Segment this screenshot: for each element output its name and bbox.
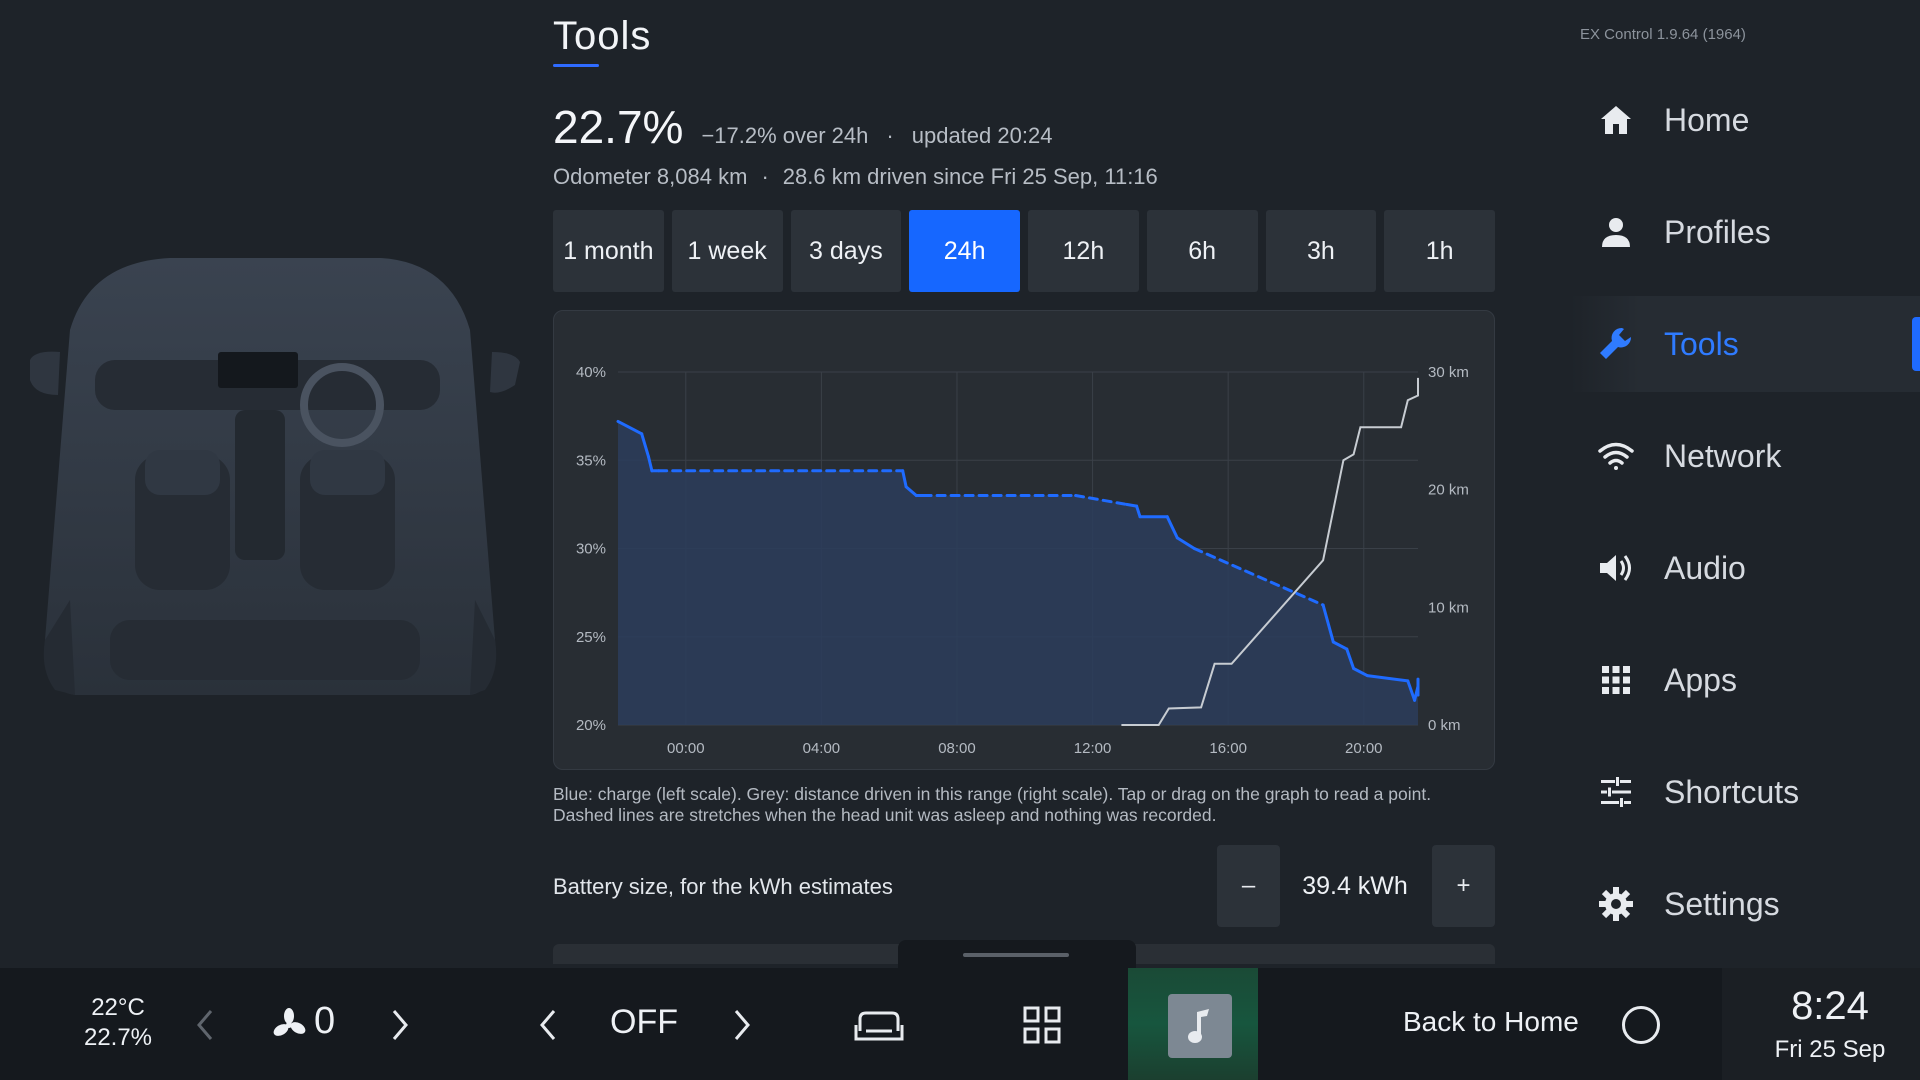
nav-item-settings[interactable]: Settings	[1570, 856, 1920, 952]
range-button[interactable]: 24h	[909, 210, 1020, 292]
speaker-icon	[1586, 548, 1646, 588]
home-icon	[1586, 100, 1646, 140]
wifi-icon	[1586, 436, 1646, 476]
back-to-home-button[interactable]: Back to Home	[1403, 1006, 1579, 1038]
range-button[interactable]: 1 month	[553, 210, 664, 292]
fan-decrease-chevron-icon[interactable]	[190, 1005, 220, 1045]
range-button[interactable]: 6h	[1146, 210, 1258, 292]
charge-line-segment	[1125, 502, 1139, 508]
nav-item-network[interactable]: Network	[1570, 408, 1920, 504]
range-button[interactable]: 3 days	[790, 210, 902, 292]
x-tick-label: 12:00	[1074, 740, 1112, 757]
x-tick-label: 00:00	[667, 740, 705, 757]
x-tick-label: 04:00	[803, 740, 841, 757]
mode-previous-chevron-icon[interactable]	[533, 1005, 563, 1045]
nav-item-label: Apps	[1664, 661, 1737, 698]
clock-date: Fri 25 Sep	[1774, 1036, 1886, 1063]
mode-next-chevron-icon[interactable]	[727, 1005, 757, 1045]
chart-svg[interactable]: 40% 35% 30% 25% 20% 00:00 04:00 08:00 12:00 16:00…	[554, 311, 1494, 769]
nav-item-shortcuts[interactable]: Shortcuts	[1570, 744, 1920, 840]
x-tick-label: 20:00	[1345, 740, 1383, 757]
distance-driven: 28.6 km driven since Fri 25 Sep, 11:16	[782, 164, 1158, 189]
range-button[interactable]: 12h	[1028, 210, 1139, 292]
grid-icon	[1586, 660, 1646, 700]
nav-item-label: Tools	[1664, 325, 1739, 362]
range-button[interactable]: 1h	[1384, 210, 1495, 292]
car-interior-image	[30, 258, 520, 695]
range-button[interactable]: 3h	[1265, 210, 1377, 292]
charge-area	[618, 421, 1418, 725]
music-note-icon	[1168, 994, 1232, 1058]
version-label: EX Control 1.9.64 (1964)	[1580, 26, 1746, 43]
range-button[interactable]: 1 week	[671, 210, 783, 292]
active-nav-indicator	[1912, 317, 1920, 371]
nav-item-audio[interactable]: Audio	[1570, 520, 1920, 616]
charge-delta: −17.2% over 24h	[701, 123, 869, 148]
y-right-tick-label: 0 km	[1428, 717, 1461, 734]
fan-icon	[272, 1008, 306, 1042]
charge-chart[interactable]: 40% 35% 30% 25% 20% 00:00 04:00 08:00 12:00 16:00…	[553, 310, 1495, 770]
nav-item-apps[interactable]: Apps	[1570, 632, 1920, 728]
x-tick-label: 08:00	[938, 740, 976, 757]
updated-time: updated 20:24	[911, 123, 1053, 148]
gear-icon	[1586, 884, 1646, 924]
person-icon	[1586, 212, 1646, 252]
charge-summary: 22.7% −17.2% over 24h · updated 20:24	[553, 100, 1052, 154]
nav-item-label: Profiles	[1664, 213, 1771, 250]
separator-dot: ·	[886, 123, 894, 148]
clock-time: 8:24	[1791, 984, 1869, 1028]
odometer-reading: Odometer 8,084 km	[553, 164, 748, 189]
y-right-tick-label: 30 km	[1428, 364, 1469, 381]
app-grid-icon[interactable]	[1022, 1005, 1062, 1045]
y-left-tick-label: 20%	[576, 717, 606, 734]
time-range-selector: 1 month 1 week 3 days 24h 12h 6h 3h 1h	[553, 210, 1495, 292]
y-right-tick-label: 10 km	[1428, 599, 1469, 616]
y-right-tick-label: 20 km	[1428, 482, 1469, 499]
side-navigation: Home Profiles Tools Network Audio Apps Shortcu…	[1570, 60, 1920, 960]
x-tick-label: 16:00	[1209, 740, 1247, 757]
battery-percentage: 22.7%	[83, 1024, 153, 1051]
battery-size-value: 39.4 kWh	[1302, 872, 1408, 900]
y-left-tick-label: 30%	[576, 541, 606, 558]
mode-status: OFF	[610, 1003, 678, 1041]
nav-item-label: Network	[1664, 437, 1782, 474]
separator-dot: ·	[761, 164, 769, 189]
nav-item-profiles[interactable]: Profiles	[1570, 184, 1920, 280]
nav-item-label: Settings	[1664, 885, 1780, 922]
battery-size-label: Battery size, for the kWh estimates	[553, 874, 893, 899]
nav-item-tools[interactable]: Tools	[1570, 296, 1920, 392]
y-left-tick-label: 40%	[576, 364, 606, 381]
wrench-icon	[1586, 324, 1646, 364]
nav-item-home[interactable]: Home	[1570, 72, 1920, 168]
sliders-icon	[1586, 772, 1646, 812]
chart-caption: Blue: charge (left scale). Grey: distanc…	[553, 784, 1432, 825]
climate-status[interactable]: 22°C 22.7%	[60, 993, 176, 1053]
fan-increase-chevron-icon[interactable]	[385, 1005, 415, 1045]
car-seat-icon[interactable]	[854, 1005, 904, 1045]
battery-decrease-button[interactable]: –	[1217, 845, 1280, 927]
fan-level: 0	[314, 1000, 336, 1042]
nav-item-label: Audio	[1664, 549, 1746, 586]
page-title: Tools	[553, 14, 652, 58]
nav-item-label: Home	[1664, 101, 1750, 138]
charge-percentage: 22.7%	[553, 101, 684, 153]
drawer-handle-grip	[963, 953, 1069, 957]
y-left-tick-label: 35%	[576, 452, 606, 469]
odometer-summary: Odometer 8,084 km · 28.6 km driven since…	[553, 164, 1158, 190]
home-circle-icon[interactable]	[1622, 1006, 1660, 1044]
y-left-tick-label: 25%	[576, 629, 606, 646]
cabin-temperature: 22°C	[91, 994, 145, 1021]
nav-item-label: Shortcuts	[1664, 773, 1800, 810]
battery-increase-button[interactable]: +	[1432, 845, 1495, 927]
title-underline	[553, 64, 599, 67]
